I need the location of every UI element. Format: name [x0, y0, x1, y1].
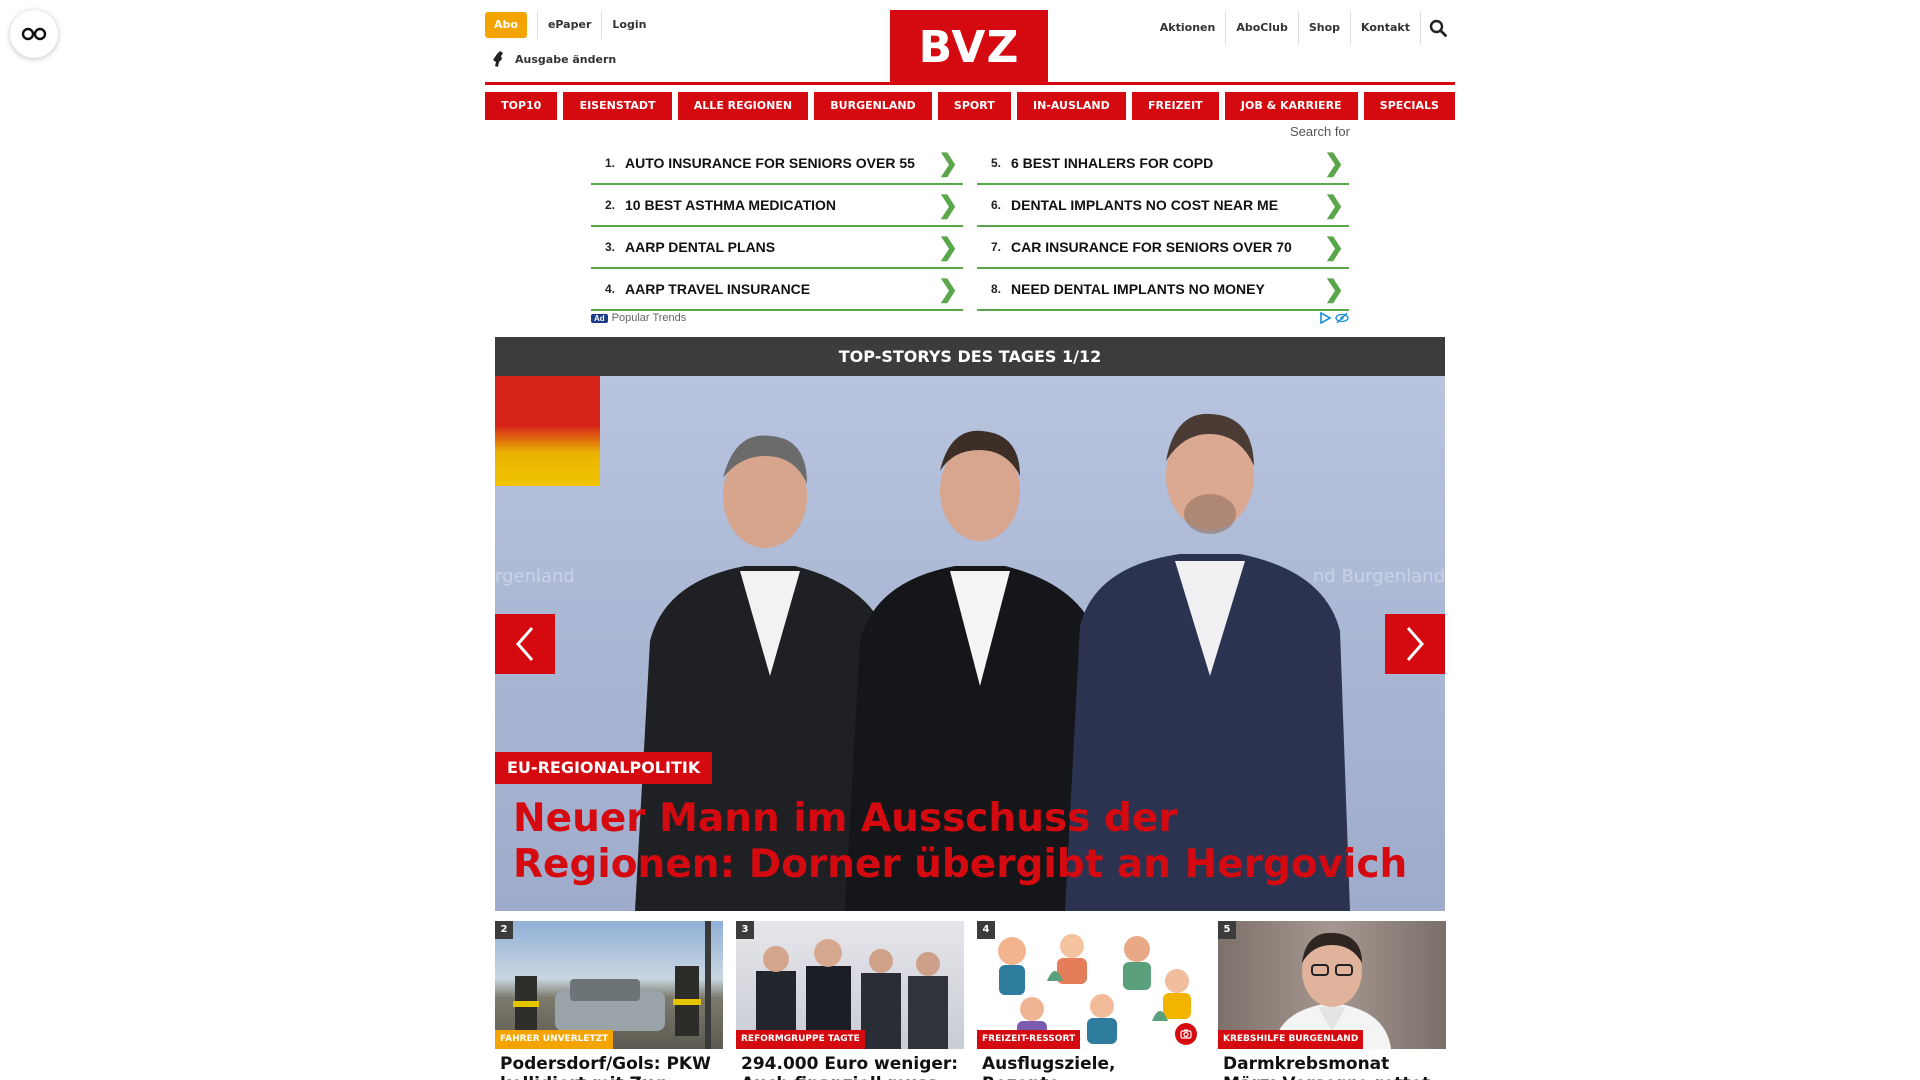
ad-link-label: 10 BEST ASTHMA MEDICATION: [625, 197, 837, 213]
chevron-right-icon: ❯: [937, 149, 959, 177]
chevron-right-icon: ❯: [937, 275, 959, 303]
search-icon[interactable]: [1421, 11, 1455, 45]
teaser-image: 3 REFORMGRUPPE TAGTE: [736, 921, 964, 1049]
ad-footer-label: Popular Trends: [611, 312, 687, 324]
ad-link-number: 5.: [990, 156, 1001, 170]
hero-slide[interactable]: rgenland nd Burgenland EU-REGIONALPOLITI…: [495, 376, 1445, 911]
chevron-left-icon: [516, 627, 534, 661]
ad-link-label: AARP TRAVEL INSURANCE: [625, 281, 811, 297]
teaser-tag: FREIZEIT-RESSORT: [977, 1030, 1081, 1049]
main-navigation: TOP10 EISENSTADT ALLE REGIONEN BURGENLAN…: [485, 92, 1456, 120]
teaser-tag: REFORMGRUPPE TAGTE: [736, 1030, 865, 1049]
slider-next-button[interactable]: [1385, 614, 1445, 674]
ad-link-number: 4.: [604, 282, 615, 296]
nav-top10[interactable]: TOP10: [485, 92, 558, 120]
ad-link[interactable]: 3. AARP DENTAL PLANS ❯: [591, 227, 963, 269]
chevron-right-icon: ❯: [937, 191, 959, 219]
nav-job-karriere[interactable]: JOB & KARRIERE: [1224, 92, 1358, 120]
kontakt-link[interactable]: Kontakt: [1351, 11, 1421, 45]
ad-link-number: 2.: [604, 198, 615, 212]
burgenland-map-icon: [493, 51, 503, 67]
teaser-rank: 4: [977, 921, 995, 939]
nav-specials[interactable]: SPECIALS: [1363, 92, 1456, 120]
ad-link-number: 8.: [990, 282, 1001, 296]
teaser-tag: KREBSHILFE BURGENLAND: [1218, 1030, 1364, 1049]
ad-link[interactable]: 5. 6 BEST INHALERS FOR COPD ❯: [977, 143, 1349, 185]
ad-link-number: 6.: [990, 198, 1001, 212]
chevron-right-icon: [1406, 627, 1424, 661]
ad-link-label: AARP DENTAL PLANS: [625, 239, 776, 255]
glasses-icon: [21, 27, 47, 41]
teaser-row: 2 FAHRER UNVERLETZT Podersdorf/Gols: PKW…: [495, 921, 1446, 1080]
page-container: Abo ePaper Login Ausgabe ändern BVZ Akti…: [485, 0, 1456, 1080]
login-link[interactable]: Login: [602, 11, 656, 39]
bvz-logo[interactable]: BVZ: [890, 10, 1048, 84]
chevron-right-icon: ❯: [1323, 233, 1345, 261]
nav-eisenstadt[interactable]: EISENSTADT: [563, 92, 672, 120]
ad-link-number: 1.: [604, 156, 615, 170]
shop-link[interactable]: Shop: [1299, 11, 1352, 45]
teaser-card[interactable]: 5 KREBSHILFE BURGENLAND Darmkrebsmonat M…: [1218, 921, 1446, 1080]
ad-link[interactable]: 1. AUTO INSURANCE FOR SENIORS OVER 55 ❯: [591, 143, 963, 185]
ad-link-number: 3.: [604, 240, 615, 254]
nav-sport[interactable]: SPORT: [937, 92, 1011, 120]
teaser-image: 4 FREIZEIT-RESSORT: [977, 921, 1205, 1049]
chevron-right-icon: ❯: [937, 233, 959, 261]
header-right-links: Aktionen AboClub Shop Kontakt: [1150, 11, 1455, 45]
slider-prev-button[interactable]: [495, 614, 555, 674]
camera-icon: [1175, 1023, 1197, 1045]
ad-link[interactable]: 6. DENTAL IMPLANTS NO COST NEAR ME ❯: [977, 185, 1349, 227]
ad-links-grid: 1. AUTO INSURANCE FOR SENIORS OVER 55 ❯ 5.…: [591, 143, 1349, 311]
nav-in-ausland[interactable]: IN-AUSLAND: [1016, 92, 1126, 120]
ad-link-number: 7.: [990, 240, 1001, 254]
edition-label: Ausgabe ändern: [515, 52, 617, 66]
ad-footer: Ad Popular Trends: [591, 312, 1349, 324]
chevron-right-icon: ❯: [1323, 149, 1345, 177]
teaser-tag: FAHRER UNVERLETZT: [495, 1030, 614, 1049]
edition-switcher[interactable]: Ausgabe ändern: [491, 50, 616, 68]
header-divider: [485, 82, 1455, 85]
hero-category-tag: EU-REGIONALPOLITIK: [495, 752, 713, 784]
teaser-image: 5 KREBSHILFE BURGENLAND: [1218, 921, 1446, 1049]
teaser-title: Darmkrebsmonat März: Vorsorge rettet Leb…: [1223, 1054, 1430, 1080]
ad-link[interactable]: 8. NEED DENTAL IMPLANTS NO MONEY ❯: [977, 269, 1349, 311]
teaser-card[interactable]: 3 REFORMGRUPPE TAGTE 294.000 Euro wenige…: [736, 921, 964, 1080]
epaper-link[interactable]: ePaper: [536, 11, 603, 39]
ad-link-label: CAR INSURANCE FOR SENIORS OVER 70: [1011, 239, 1292, 255]
hero-headline[interactable]: Neuer Mann im Ausschuss der Regionen: Do…: [513, 796, 1413, 888]
ad-link[interactable]: 7. CAR INSURANCE FOR SENIORS OVER 70 ❯: [977, 227, 1349, 269]
ad-link-label: DENTAL IMPLANTS NO COST NEAR ME: [1011, 197, 1279, 213]
nav-freizeit[interactable]: FREIZEIT: [1131, 92, 1219, 120]
nav-burgenland[interactable]: BURGENLAND: [814, 92, 932, 120]
teaser-rank: 3: [736, 921, 754, 939]
ad-link-label: 6 BEST INHALERS FOR COPD: [1011, 155, 1214, 171]
chevron-right-icon: ❯: [1323, 191, 1345, 219]
ad-link[interactable]: 2. 10 BEST ASTHMA MEDICATION ❯: [591, 185, 963, 227]
teaser-title: Ausflugsziele, Rezepte, Gesundheitstipps…: [982, 1054, 1116, 1080]
ad-badge: Ad: [591, 313, 608, 323]
header-left-links: Abo ePaper Login: [485, 11, 656, 39]
ad-link-label: AUTO INSURANCE FOR SENIORS OVER 55: [625, 155, 915, 171]
aboclub-link[interactable]: AboClub: [1226, 11, 1299, 45]
teaser-title: Podersdorf/Gols: PKW kollidiert mit Zug: [500, 1054, 711, 1080]
ad-link[interactable]: 4. AARP TRAVEL INSURANCE ❯: [591, 269, 963, 311]
reader-mode-button[interactable]: [10, 10, 58, 58]
abo-button[interactable]: Abo: [485, 12, 527, 38]
chevron-right-icon: ❯: [1323, 275, 1345, 303]
nav-alle-regionen[interactable]: ALLE REGIONEN: [677, 92, 809, 120]
teaser-title: 294.000 Euro weniger: Auch finanziell mu…: [741, 1054, 959, 1080]
teaser-image: 2 FAHRER UNVERLETZT: [495, 921, 723, 1049]
ad-search-for-label: Search for: [1290, 124, 1350, 139]
hide-ad-icon[interactable]: [1335, 312, 1349, 324]
ad-link-label: NEED DENTAL IMPLANTS NO MONEY: [1011, 281, 1265, 297]
aktionen-link[interactable]: Aktionen: [1150, 11, 1227, 45]
top-stories-heading: TOP-STORYS DES TAGES 1/12: [495, 337, 1445, 376]
adchoices-icon[interactable]: [1319, 312, 1331, 324]
teaser-rank: 2: [495, 921, 513, 939]
teaser-card[interactable]: 2 FAHRER UNVERLETZT Podersdorf/Gols: PKW…: [495, 921, 723, 1080]
teaser-rank: 5: [1218, 921, 1236, 939]
teaser-card[interactable]: 4 FREIZEIT-RESSORT Ausflugsziele, Rezept…: [977, 921, 1205, 1080]
